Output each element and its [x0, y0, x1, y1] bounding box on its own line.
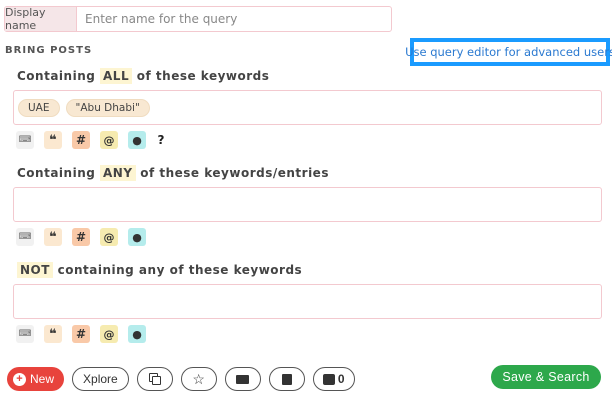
globe-icon[interactable]: ● — [128, 131, 146, 149]
mention-icon[interactable]: @ — [100, 131, 118, 149]
favorite-button[interactable]: ☆ — [180, 367, 217, 391]
star-icon: ☆ — [192, 370, 205, 387]
section-any-keyword: ANY — [100, 165, 136, 181]
globe-icon[interactable]: ● — [128, 228, 146, 246]
copy-icon — [148, 373, 161, 385]
new-button[interactable]: + New — [7, 367, 65, 391]
not-keyword-tools: ⌨ ❝ # @ ● — [16, 325, 146, 343]
keyword-chip[interactable]: "Abu Dhabi" — [65, 98, 150, 117]
mention-icon[interactable]: @ — [100, 325, 118, 343]
bottom-toolbar: + New Xplore ☆ 0 — [7, 367, 355, 391]
section-all-title: Containing ALL of these keywords — [17, 68, 270, 84]
hashtag-icon[interactable]: # — [72, 325, 90, 343]
save-and-search-button[interactable]: Save & Search — [491, 365, 601, 389]
globe-icon[interactable]: ● — [128, 325, 146, 343]
any-keywords-input[interactable] — [13, 187, 602, 222]
quote-icon[interactable]: ❝ — [44, 131, 62, 149]
keyboard-icon[interactable]: ⌨ — [16, 131, 34, 149]
section-all-keyword: ALL — [100, 68, 133, 84]
keyboard-icon[interactable]: ⌨ — [16, 325, 34, 343]
not-keywords-input[interactable] — [13, 284, 602, 319]
image-filter-button[interactable]: 0 — [312, 367, 355, 391]
image-count: 0 — [337, 372, 345, 386]
quote-icon[interactable]: ❝ — [44, 228, 62, 246]
section-not-keyword: NOT — [17, 262, 53, 278]
new-button-label: New — [30, 372, 55, 386]
section-all-suffix: of these keywords — [132, 69, 270, 83]
display-name-input[interactable] — [77, 7, 391, 31]
duplicate-button[interactable] — [136, 367, 173, 391]
folder-icon — [236, 374, 250, 384]
mention-icon[interactable]: @ — [100, 228, 118, 246]
section-any-suffix: of these keywords/entries — [135, 166, 329, 180]
hashtag-icon[interactable]: # — [72, 228, 90, 246]
delete-button[interactable] — [268, 367, 305, 391]
all-keywords-input[interactable]: UAE "Abu Dhabi" — [13, 90, 602, 125]
plus-circle-icon: + — [13, 372, 26, 386]
trash-icon — [281, 373, 292, 385]
xplore-button[interactable]: Xplore — [72, 367, 129, 391]
keyboard-icon[interactable]: ⌨ — [16, 228, 34, 246]
hashtag-icon[interactable]: # — [72, 131, 90, 149]
quote-icon[interactable]: ❝ — [44, 325, 62, 343]
section-all-prefix: Containing — [17, 69, 101, 83]
display-name-label: Display name — [5, 6, 77, 32]
section-not-suffix: containing any of these keywords — [52, 263, 303, 277]
advanced-query-editor-link[interactable]: Use query editor for advanced users — [405, 38, 612, 66]
image-icon — [322, 373, 335, 385]
keyword-chip[interactable]: UAE — [18, 98, 60, 117]
folder-button[interactable] — [224, 367, 261, 391]
all-keyword-tools: ⌨ ❝ # @ ● ? — [16, 131, 166, 149]
any-keyword-tools: ⌨ ❝ # @ ● — [16, 228, 146, 246]
bring-posts-heading: BRING POSTS — [5, 45, 93, 56]
section-not-title: NOT containing any of these keywords — [17, 262, 303, 278]
section-any-prefix: Containing — [17, 166, 101, 180]
display-name-field: Display name — [4, 6, 392, 32]
section-any-title: Containing ANY of these keywords/entries — [17, 165, 329, 181]
help-icon[interactable]: ? — [156, 131, 166, 149]
